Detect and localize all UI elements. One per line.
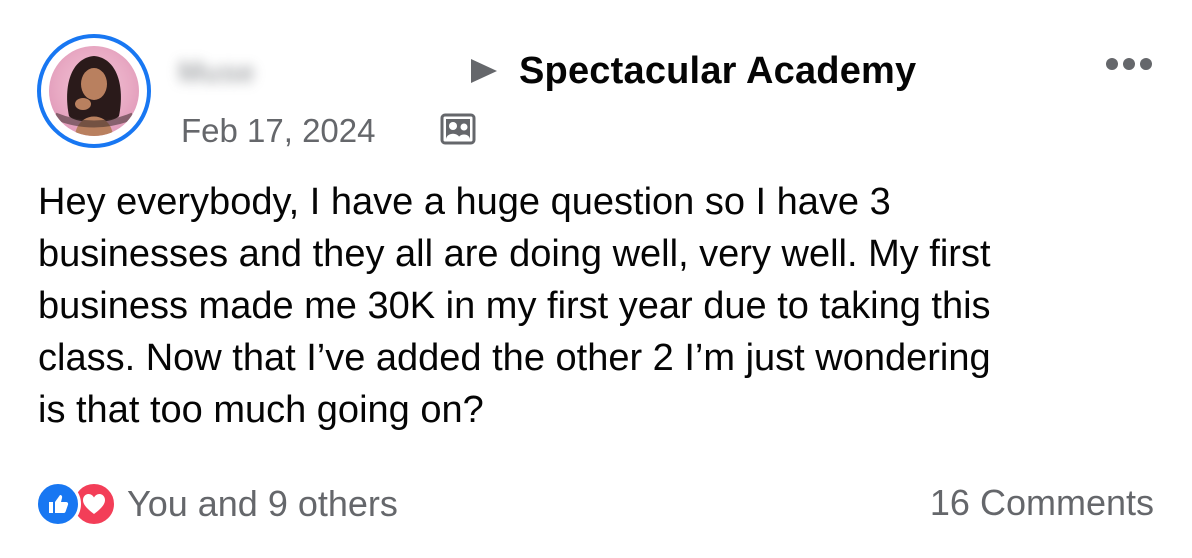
post-body-text: Hey everybody, I have a huge question so…	[38, 181, 991, 431]
group-name-link[interactable]: Spectacular Academy	[519, 50, 916, 93]
like-icon	[35, 481, 81, 527]
post-date[interactable]: Feb 17, 2024	[181, 112, 376, 150]
arrow-right-icon	[471, 59, 497, 83]
more-options-icon[interactable]	[1106, 54, 1160, 74]
post-card: Muse Spectacular Academy Feb 17, 2024 He…	[0, 0, 1192, 558]
avatar[interactable]	[37, 34, 151, 148]
author-name[interactable]: Muse	[178, 56, 255, 90]
reaction-count-text: You and 9 others	[127, 483, 398, 524]
group-icon	[440, 112, 476, 146]
avatar-image	[49, 46, 139, 136]
reactions-summary[interactable]: You and 9 others	[35, 480, 398, 528]
comments-count-link[interactable]: 16 Comments	[930, 482, 1154, 524]
